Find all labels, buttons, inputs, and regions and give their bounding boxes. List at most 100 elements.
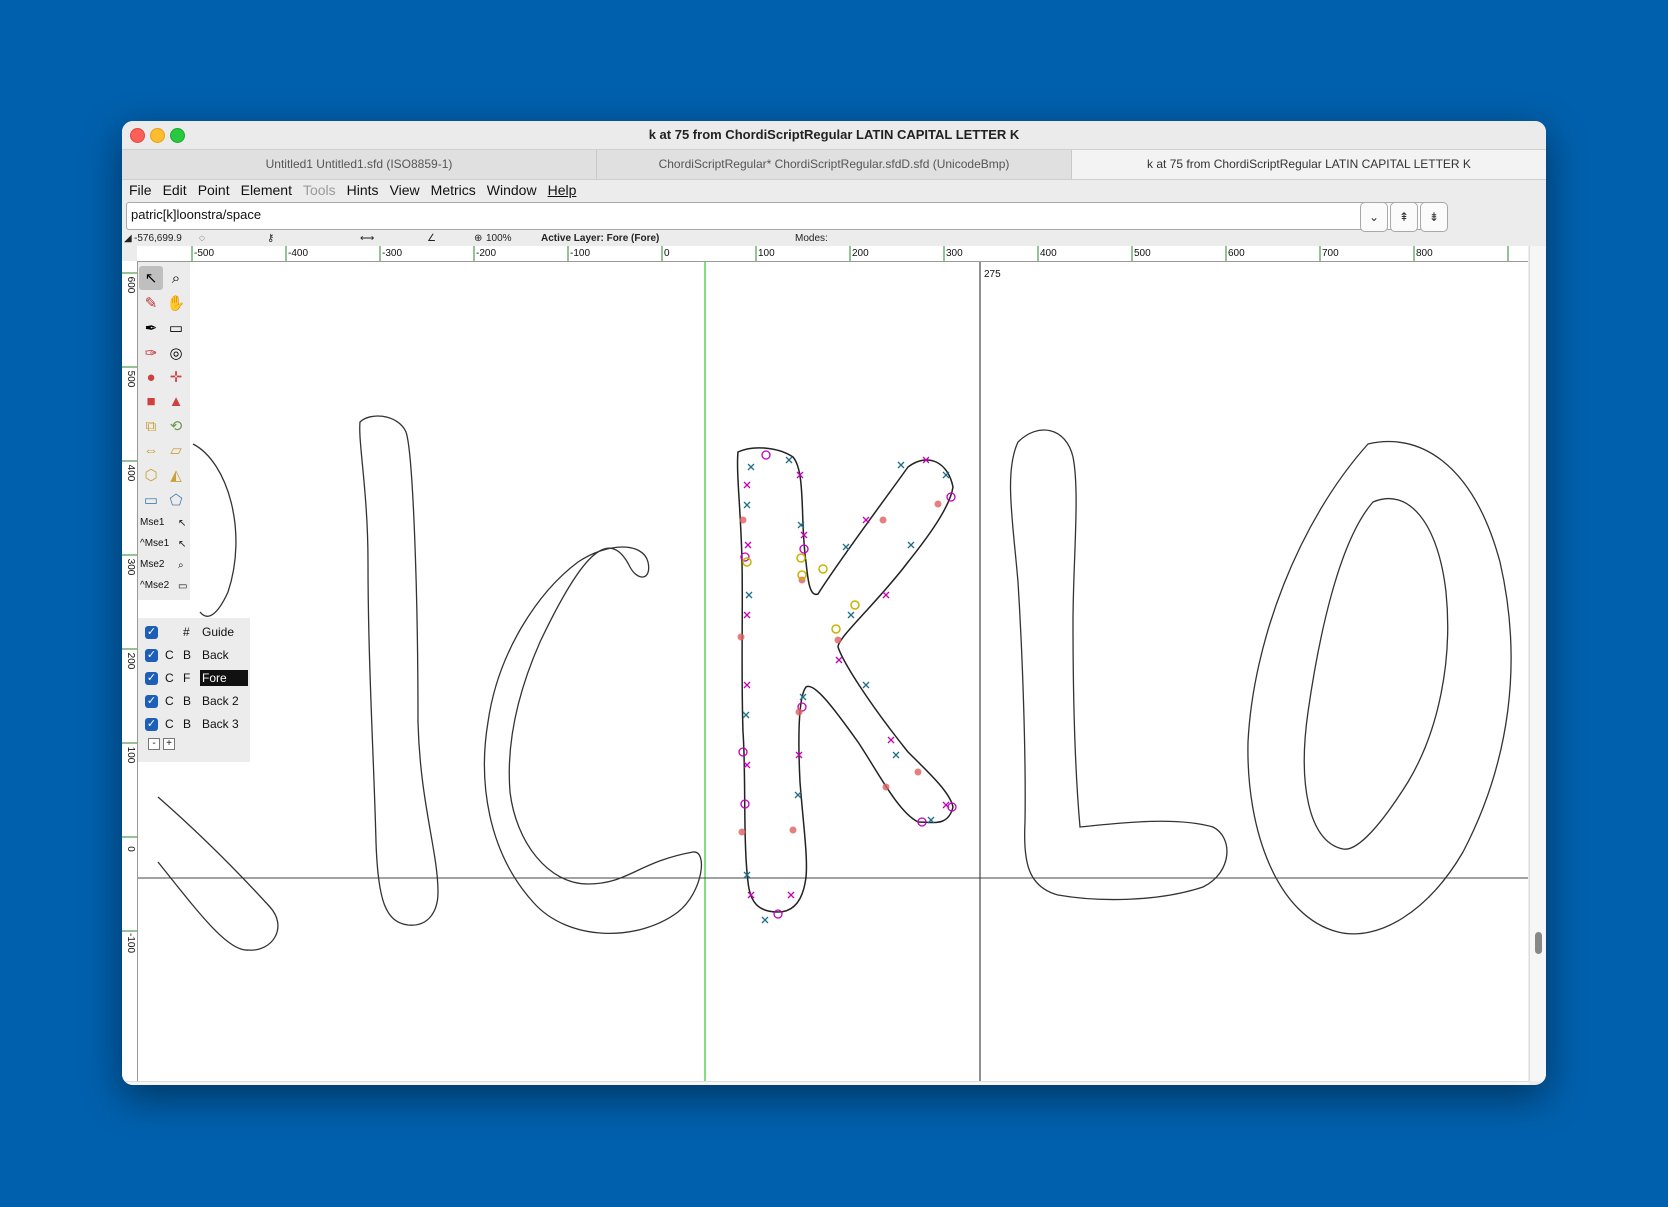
ruler-label: 0 [664, 248, 670, 259]
glyph-r-leg-outline [157, 796, 279, 951]
ruler-label: 600 [1228, 248, 1245, 259]
perspective-icon[interactable]: ◭ [164, 463, 188, 487]
ruler-label: 700 [1322, 248, 1339, 259]
layer-visible-checkbox[interactable]: ✓ [145, 672, 158, 685]
layer-row-back[interactable]: ✓ C B Back [138, 645, 250, 667]
layer-visible-checkbox[interactable]: ✓ [145, 718, 158, 731]
tab-glyph-k[interactable]: k at 75 from ChordiScriptRegular LATIN C… [1072, 150, 1546, 179]
magnify-icon[interactable]: ⌕ [164, 266, 188, 290]
rectangle-icon[interactable]: ▭ [139, 488, 163, 512]
spiro-icon[interactable]: ◎ [164, 341, 188, 365]
glyph-canvas[interactable]: 275 [138, 262, 1528, 1081]
ruler-label: -100 [570, 248, 590, 259]
ruler-label: 200 [852, 248, 869, 259]
layer-visible-checkbox[interactable]: ✓ [145, 695, 158, 708]
vertical-scrollbar[interactable] [1529, 246, 1546, 1081]
control-points-red[interactable] [737, 500, 942, 836]
polygon-icon[interactable]: ⬠ [164, 488, 188, 512]
advance-width-label: 275 [984, 269, 1001, 280]
menu-metrics[interactable]: Metrics [431, 182, 476, 198]
menu-view[interactable]: View [390, 182, 420, 198]
layer-quadratic-flag: C [165, 717, 174, 731]
tangent-point-icon[interactable]: ▲ [164, 389, 188, 413]
layer-visible-checkbox[interactable]: ✓ [145, 649, 158, 662]
skew-icon[interactable]: ▱ [164, 438, 188, 462]
mouse-button-label: ^Mse2 [140, 580, 170, 591]
mouse-tool-magnify-icon: ⌕ [178, 560, 184, 571]
control-points-magenta[interactable] [738, 450, 957, 919]
next-glyph-button[interactable]: ⇟ [1420, 202, 1448, 232]
flip-icon[interactable]: ⇔ [139, 438, 163, 462]
scroll-hand-icon[interactable]: ✋ [164, 291, 188, 315]
pointer-icon[interactable]: ↖ [139, 266, 163, 290]
add-layer-button[interactable]: + [163, 738, 175, 750]
pen-icon[interactable]: ✑ [139, 341, 163, 365]
mouse-button-label: Mse2 [140, 559, 165, 570]
tools-palette: ↖ ⌕ ✎ ✋ ✒ ▭ ✑ ◎ ● ✛ ■ ▲ ⧉ ⟲ ⇔ ▱ ⬡ ◭ ▭ ⬠ … [138, 262, 190, 600]
ruler-icon[interactable]: ▭ [164, 316, 188, 340]
menu-window[interactable]: Window [487, 182, 537, 198]
menu-point[interactable]: Point [198, 182, 230, 198]
glyph-sequence-text[interactable]: patric[k]loonstra/space [131, 207, 261, 222]
tab-font-view[interactable]: ChordiScriptRegular* ChordiScriptRegular… [597, 150, 1072, 179]
resize-grip-icon[interactable]: ◢ [1532, 1083, 1544, 1085]
mouse-button-label: Mse1 [140, 517, 165, 528]
ruler-label: -500 [194, 248, 214, 259]
knife-icon[interactable]: ✒ [139, 316, 163, 340]
layer-row-back-3[interactable]: ✓ C B Back 3 [138, 714, 250, 736]
layer-row-guide[interactable]: ✓ # Guide [138, 622, 250, 644]
layer-type-flag: F [183, 671, 191, 685]
ruler-label: 100 [125, 747, 136, 764]
active-layer-label: Active Layer: Fore (Fore) [541, 233, 660, 244]
ruler-label: 100 [758, 248, 775, 259]
layer-visible-checkbox[interactable]: ✓ [145, 626, 158, 639]
layer-name[interactable]: Back [200, 647, 248, 663]
control-points-yellow[interactable] [742, 553, 860, 634]
layer-name[interactable]: Back 3 [200, 716, 248, 732]
horizontal-ruler: -500 -400 -300 -200 -100 0 100 200 300 4… [137, 246, 1528, 262]
angle-icon: ∠ [427, 233, 436, 244]
menu-file[interactable]: File [129, 182, 152, 198]
layer-row-fore[interactable]: ✓ C F Fore [138, 668, 250, 690]
corner-point-icon[interactable]: ■ [139, 389, 163, 413]
glyph-sequence-field[interactable]: patric[k]loonstra/space [126, 202, 1444, 230]
ruler-label: -100 [125, 933, 136, 953]
cursor-coords: -576,699.9 [134, 233, 182, 244]
glyph-outline-view[interactable]: 275 [138, 262, 1528, 1081]
scale-icon[interactable]: ⧉ [139, 414, 163, 438]
curve-point-icon[interactable]: ● [139, 365, 163, 389]
menu-edit[interactable]: Edit [163, 182, 187, 198]
control-points-teal[interactable] [742, 456, 950, 924]
horizontal-scrollbar[interactable] [122, 1081, 1529, 1085]
layer-name[interactable]: Guide [200, 624, 248, 640]
vertical-ruler-ticks: 600 500 400 300 200 100 0 -100 [122, 272, 137, 953]
ruler-label: 800 [1416, 248, 1433, 259]
layer-name-selected[interactable]: Fore [200, 670, 248, 686]
hv-curve-point-icon[interactable]: ✛ [164, 365, 188, 389]
menu-help[interactable]: Help [548, 182, 577, 198]
layers-palette: ✓ # Guide ✓ C B Back ✓ C F Fore ✓ C B Ba… [138, 618, 250, 762]
ruler-label: -300 [382, 248, 402, 259]
modes-label: Modes: [795, 233, 828, 244]
freehand-icon[interactable]: ✎ [139, 291, 163, 315]
ruler-label: 400 [1040, 248, 1057, 259]
glyph-editor-window: k at 75 from ChordiScriptRegular LATIN C… [122, 121, 1546, 1085]
glyph-dropdown-button[interactable]: ⌄ [1360, 202, 1388, 232]
layer-name[interactable]: Back 2 [200, 693, 248, 709]
glyph-i-outline [359, 415, 439, 926]
ruler-label: -400 [288, 248, 308, 259]
3d-rotate-icon[interactable]: ⬡ [139, 463, 163, 487]
rotate-icon[interactable]: ⟲ [164, 414, 188, 438]
menu-element[interactable]: Element [241, 182, 292, 198]
vertical-scroll-thumb[interactable] [1535, 932, 1542, 954]
remove-layer-button[interactable]: - [148, 738, 160, 750]
menu-tools[interactable]: Tools [303, 182, 336, 198]
vertical-ruler: 600 500 400 300 200 100 0 -100 [122, 261, 138, 1081]
glyph-k-outline[interactable] [736, 447, 954, 913]
layer-row-back-2[interactable]: ✓ C B Back 2 [138, 691, 250, 713]
distance-icon: ⟷ [360, 233, 375, 244]
previous-glyph-button[interactable]: ⇞ [1390, 202, 1418, 232]
ruler-label: 300 [125, 559, 136, 576]
menu-hints[interactable]: Hints [347, 182, 379, 198]
tab-untitled1[interactable]: Untitled1 Untitled1.sfd (ISO8859-1) [122, 150, 597, 179]
